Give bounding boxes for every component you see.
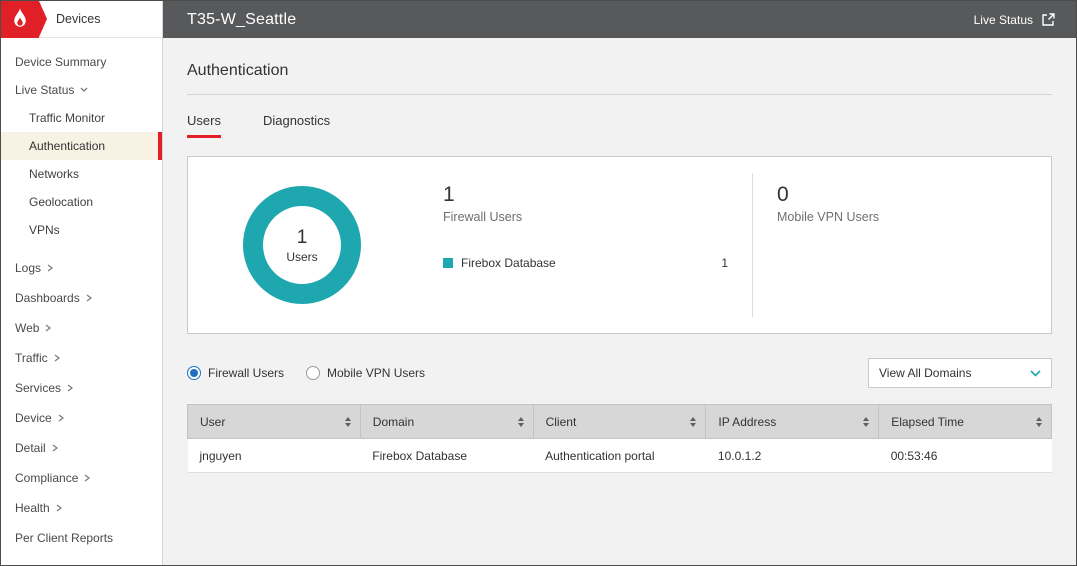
donut-value: 1 bbox=[297, 227, 308, 249]
cell-elapsed-time: 00:53:46 bbox=[879, 439, 1052, 473]
radio-unselected-icon bbox=[306, 366, 320, 380]
flame-icon bbox=[11, 7, 29, 31]
column-header-domain[interactable]: Domain bbox=[360, 405, 533, 439]
logo-flag-shape bbox=[39, 1, 47, 37]
mobile-vpn-count: 0 bbox=[777, 183, 879, 207]
page-title: Authentication bbox=[187, 62, 1052, 80]
column-header-user[interactable]: User bbox=[188, 405, 361, 439]
sidebar-item-geolocation[interactable]: Geolocation bbox=[1, 188, 162, 216]
app-window: Devices Device Summary Live Status Traff… bbox=[0, 0, 1077, 566]
radio-firewall-label: Firewall Users bbox=[208, 366, 284, 380]
content-area: Authentication Users Diagnostics 1 Users… bbox=[163, 38, 1076, 565]
sidebar-item-traffic-monitor[interactable]: Traffic Monitor bbox=[1, 104, 162, 132]
sidebar-item-traffic[interactable]: Traffic bbox=[1, 343, 162, 373]
chevron-down-icon bbox=[1030, 370, 1041, 377]
tab-bar: Users Diagnostics bbox=[187, 113, 1052, 138]
brand-label: Devices bbox=[56, 12, 100, 26]
domain-dropdown-value: View All Domains bbox=[879, 366, 971, 380]
brand-row: Devices bbox=[1, 1, 162, 38]
sort-icon bbox=[345, 417, 351, 427]
chevron-right-icon bbox=[86, 294, 92, 302]
sidebar-item-detail[interactable]: Detail bbox=[1, 433, 162, 463]
view-all-domains-dropdown[interactable]: View All Domains bbox=[868, 358, 1052, 388]
live-status-link[interactable]: Live Status bbox=[974, 12, 1056, 27]
topbar: T35-W_Seattle Live Status bbox=[163, 1, 1076, 38]
external-link-icon bbox=[1041, 12, 1056, 27]
sort-icon bbox=[863, 417, 869, 427]
donut-label: Users bbox=[286, 250, 317, 264]
sidebar-item-per-client-reports[interactable]: Per Client Reports bbox=[1, 523, 162, 553]
sidebar-item-live-status[interactable]: Live Status bbox=[1, 76, 162, 104]
legend-value: 1 bbox=[721, 256, 728, 270]
vertical-divider bbox=[752, 173, 753, 317]
firewall-users-label: Firewall Users bbox=[443, 210, 728, 224]
sidebar: Devices Device Summary Live Status Traff… bbox=[1, 1, 163, 565]
column-header-ip-address[interactable]: IP Address bbox=[706, 405, 879, 439]
legend-name: Firebox Database bbox=[461, 256, 556, 270]
filter-row: Firewall Users Mobile VPN Users View All… bbox=[187, 358, 1052, 388]
sidebar-item-device-summary[interactable]: Device Summary bbox=[1, 48, 162, 76]
cell-user: jnguyen bbox=[188, 439, 361, 473]
chevron-right-icon bbox=[54, 354, 60, 362]
chevron-right-icon bbox=[67, 384, 73, 392]
device-title: T35-W_Seattle bbox=[187, 11, 296, 29]
tab-diagnostics[interactable]: Diagnostics bbox=[263, 113, 330, 138]
radio-selected-icon bbox=[187, 366, 201, 380]
firewall-users-count: 1 bbox=[443, 183, 728, 207]
sidebar-item-dashboards[interactable]: Dashboards bbox=[1, 283, 162, 313]
mobile-vpn-summary: 0 Mobile VPN Users bbox=[777, 157, 879, 333]
chevron-right-icon bbox=[45, 324, 51, 332]
watchguard-flame-logo bbox=[1, 1, 39, 38]
main-column: T35-W_Seattle Live Status Authentication… bbox=[163, 1, 1076, 565]
sidebar-nav: Device Summary Live Status Traffic Monit… bbox=[1, 38, 162, 565]
column-header-elapsed-time[interactable]: Elapsed Time bbox=[879, 405, 1052, 439]
mobile-vpn-label: Mobile VPN Users bbox=[777, 210, 879, 224]
radio-mobile-label: Mobile VPN Users bbox=[327, 366, 425, 380]
sidebar-item-device[interactable]: Device bbox=[1, 403, 162, 433]
title-divider bbox=[187, 94, 1052, 95]
cell-client: Authentication portal bbox=[533, 439, 706, 473]
legend-row: Firebox Database 1 bbox=[443, 256, 728, 270]
sidebar-item-compliance[interactable]: Compliance bbox=[1, 463, 162, 493]
chevron-right-icon bbox=[84, 474, 90, 482]
firewall-users-summary: 1 Firewall Users Firebox Database 1 bbox=[443, 157, 728, 333]
table-header-row: User Domain Client IP Address bbox=[188, 405, 1052, 439]
sidebar-item-vpns[interactable]: VPNs bbox=[1, 216, 162, 244]
user-type-radio-group: Firewall Users Mobile VPN Users bbox=[187, 366, 425, 380]
sort-icon bbox=[518, 417, 524, 427]
chevron-right-icon bbox=[56, 504, 62, 512]
chevron-right-icon bbox=[52, 444, 58, 452]
legend-swatch bbox=[443, 258, 453, 268]
chevron-right-icon bbox=[47, 264, 53, 272]
sidebar-item-health[interactable]: Health bbox=[1, 493, 162, 523]
sidebar-item-networks[interactable]: Networks bbox=[1, 160, 162, 188]
column-header-client[interactable]: Client bbox=[533, 405, 706, 439]
users-table: User Domain Client IP Address bbox=[187, 404, 1052, 473]
table-row[interactable]: jnguyen Firebox Database Authentication … bbox=[188, 439, 1052, 473]
radio-firewall-users[interactable]: Firewall Users bbox=[187, 366, 284, 380]
sort-icon bbox=[690, 417, 696, 427]
sidebar-item-authentication[interactable]: Authentication bbox=[1, 132, 162, 160]
chevron-down-icon bbox=[80, 87, 88, 93]
tab-users[interactable]: Users bbox=[187, 113, 221, 138]
radio-mobile-vpn-users[interactable]: Mobile VPN Users bbox=[306, 366, 425, 380]
live-status-label: Live Status bbox=[974, 13, 1033, 27]
cell-domain: Firebox Database bbox=[360, 439, 533, 473]
sidebar-item-web[interactable]: Web bbox=[1, 313, 162, 343]
chevron-right-icon bbox=[58, 414, 64, 422]
cell-ip-address: 10.0.1.2 bbox=[706, 439, 879, 473]
users-summary-card: 1 Users 1 Firewall Users Firebox Databas… bbox=[187, 156, 1052, 334]
sort-icon bbox=[1036, 417, 1042, 427]
sidebar-item-services[interactable]: Services bbox=[1, 373, 162, 403]
users-donut-chart: 1 Users bbox=[243, 186, 361, 304]
sidebar-item-logs[interactable]: Logs bbox=[1, 253, 162, 283]
